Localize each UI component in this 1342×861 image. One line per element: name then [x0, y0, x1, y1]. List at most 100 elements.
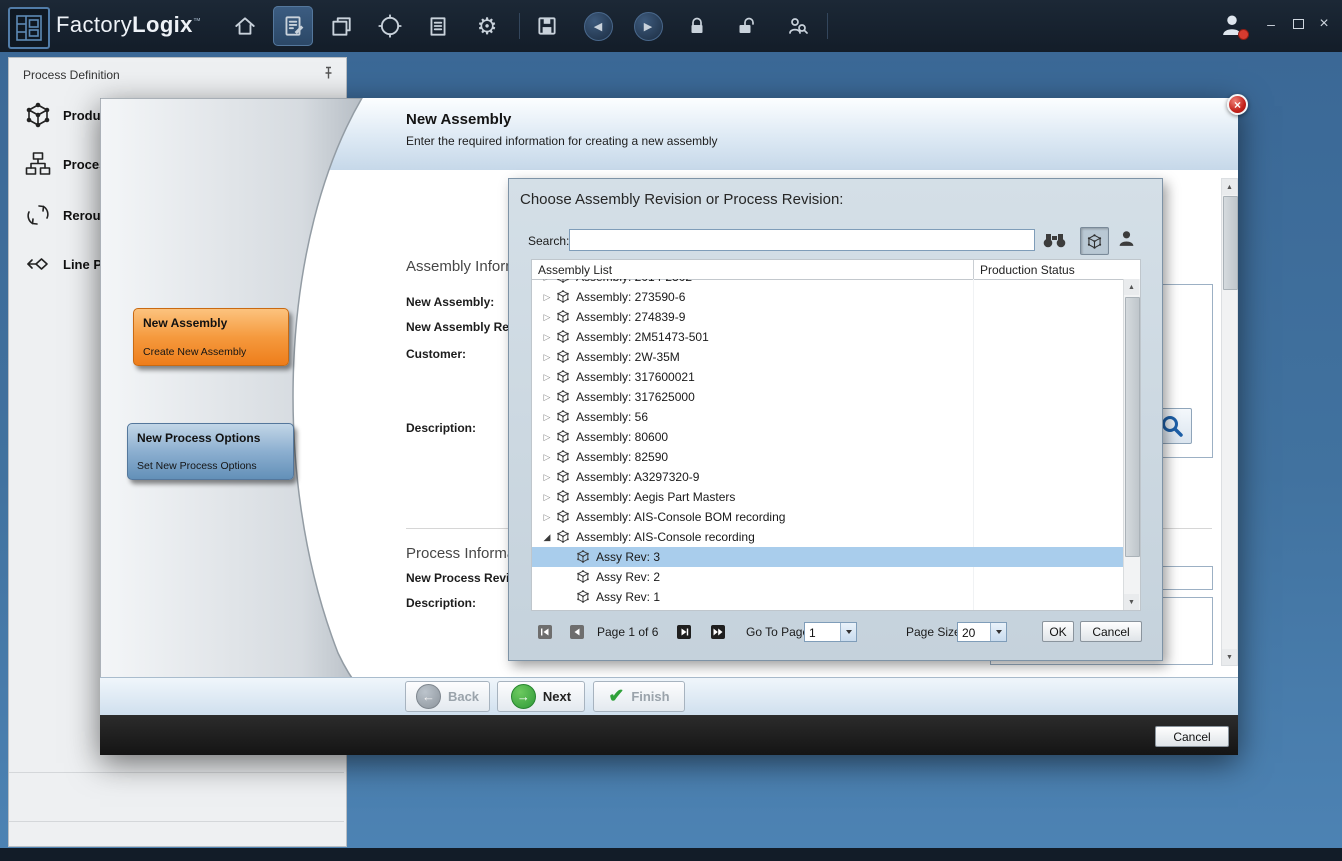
tree-row-label: Assembly: 273590-6 — [576, 290, 685, 304]
user-account-icon[interactable] — [1212, 5, 1252, 45]
page-size-select[interactable]: 20 — [957, 622, 1007, 642]
scroll-up-arrow[interactable]: ▲ — [1222, 179, 1237, 195]
tree-row[interactable]: ▷ Assembly: 2W-35M — [532, 347, 1123, 367]
minimize-button[interactable]: – — [1261, 17, 1281, 31]
assembly-cube-icon — [556, 450, 571, 464]
column-divider[interactable] — [973, 260, 974, 279]
tree-row[interactable]: ▷Assembly: 274839-9 — [532, 307, 1123, 327]
collapsed-expander-icon[interactable]: ▷ — [540, 472, 554, 483]
collapsed-expander-icon[interactable]: ▷ — [540, 292, 554, 303]
collapsed-expander-icon[interactable]: ▷ — [540, 492, 554, 503]
page-size-label: Page Size — [906, 625, 961, 639]
collapsed-expander-icon[interactable]: ▷ — [540, 352, 554, 363]
reports-icon[interactable] — [418, 6, 458, 46]
scroll-up-arrow[interactable]: ▲ — [1124, 279, 1139, 295]
back-button[interactable]: ← Back — [405, 681, 490, 712]
process-editor-icon[interactable] — [273, 6, 313, 46]
tree-row[interactable]: ▷ Assembly: A3297320-9 — [532, 467, 1123, 487]
scroll-down-arrow[interactable]: ▼ — [1222, 649, 1237, 665]
redo-icon[interactable]: ▶ — [628, 6, 668, 46]
tree-row-label: Assembly: 82590 — [576, 450, 668, 464]
save-icon[interactable] — [527, 6, 567, 46]
goto-page-label: Go To Page — [746, 625, 809, 639]
first-page-button[interactable] — [537, 624, 552, 639]
wizard-close-button[interactable]: × — [1227, 94, 1248, 115]
tree-row[interactable]: ▷Assembly: 317600021 — [532, 367, 1123, 387]
scroll-down-arrow[interactable]: ▼ — [1124, 594, 1139, 610]
scrollbar-thumb[interactable] — [1125, 297, 1140, 557]
tree-row[interactable]: ▷Assembly: Aegis Part Masters — [532, 487, 1123, 507]
tree-row-label: Assembly: A3297320-9 — [576, 470, 699, 484]
panel-title: Process Definition — [23, 68, 120, 82]
tree-row[interactable]: ▷ Assembly: 82590 — [532, 447, 1123, 467]
tree-row[interactable]: Assy Rev: 3 — [532, 547, 1123, 567]
tree-row[interactable]: ◢Assembly: AIS-Console recording — [532, 527, 1123, 547]
tree-row[interactable]: Assy Rev: 2 — [532, 567, 1123, 587]
grid-scrollbar[interactable]: ▲ ▼ — [1123, 279, 1140, 610]
tree-row[interactable]: ▷Assembly: 2014-2302 — [532, 279, 1123, 287]
tree-row[interactable]: ▷ Assembly: 56 — [532, 407, 1123, 427]
tree-row[interactable]: Assy Rev: 1 — [532, 587, 1123, 607]
user-search-icon[interactable] — [777, 6, 817, 46]
tree-row-label: Assembly: 2W-35M — [576, 350, 680, 364]
page-status: Page 1 of 6 — [597, 625, 658, 639]
unlock-icon[interactable] — [727, 6, 767, 46]
maximize-button[interactable] — [1288, 17, 1308, 31]
next-button[interactable]: → Next — [497, 681, 585, 712]
dropdown-chevron-icon[interactable] — [990, 623, 1006, 641]
next-page-button[interactable] — [676, 624, 691, 639]
assembly-cube-icon — [556, 530, 571, 544]
column-header-assembly-list[interactable]: Assembly List — [538, 263, 612, 277]
lock-icon[interactable] — [677, 6, 717, 46]
collapsed-expander-icon[interactable]: ▷ — [540, 312, 554, 323]
previous-page-button[interactable] — [569, 624, 584, 639]
tree-row-label: Assembly: 56 — [576, 410, 648, 424]
tree-row-label: Assy Rev: 1 — [596, 590, 660, 604]
ok-button[interactable]: OK — [1042, 621, 1074, 642]
column-header-production-status[interactable]: Production Status — [980, 263, 1075, 277]
panel-separator — [9, 821, 344, 822]
collapsed-expander-icon[interactable]: ▷ — [540, 392, 554, 403]
search-input[interactable] — [569, 229, 1035, 251]
tree-row-label: Assembly: 317625000 — [576, 390, 695, 404]
assembly-filter-button[interactable] — [1080, 227, 1109, 255]
tree-row[interactable]: ▷ Assembly: 2M51473-501 — [532, 327, 1123, 347]
close-button[interactable]: × — [1314, 17, 1334, 31]
collapsed-expander-icon[interactable]: ▷ — [540, 372, 554, 383]
customer-label: Customer: — [406, 347, 466, 361]
assembly-cube-icon — [556, 370, 571, 384]
dropdown-chevron-icon[interactable] — [840, 623, 856, 641]
undo-icon[interactable]: ◀ — [578, 6, 618, 46]
collapsed-expander-icon[interactable]: ▷ — [540, 432, 554, 443]
collapsed-expander-icon[interactable]: ▷ — [540, 279, 554, 283]
step-new-process-options-button[interactable]: New Process Options Set New Process Opti… — [127, 423, 294, 480]
binoculars-icon[interactable] — [1043, 232, 1066, 253]
tree-row[interactable]: ▷Assembly: 80600 — [532, 427, 1123, 447]
operator-filter-icon[interactable] — [1117, 229, 1136, 253]
reroute-arrows-icon — [23, 202, 53, 228]
collapsed-expander-icon[interactable]: ▷ — [540, 412, 554, 423]
settings-gear-icon[interactable]: ⚙ — [467, 6, 507, 46]
home-icon[interactable] — [225, 6, 265, 46]
step-new-assembly-button[interactable]: New Assembly Create New Assembly — [133, 308, 289, 366]
tree-row[interactable]: ▷ Assembly: 317625000 — [532, 387, 1123, 407]
collapsed-expander-icon[interactable]: ▷ — [540, 332, 554, 343]
wizard-scrollbar[interactable]: ▲ ▼ — [1221, 178, 1238, 666]
collapsed-expander-icon[interactable]: ▷ — [540, 512, 554, 523]
layers-icon[interactable] — [321, 6, 361, 46]
magnifier-icon — [1160, 414, 1184, 438]
tree-row[interactable]: ▷Assembly: AIS-Console BOM recording — [532, 507, 1123, 527]
expanded-expander-icon[interactable]: ◢ — [540, 532, 554, 543]
wizard-cancel-button[interactable]: Cancel — [1155, 726, 1229, 747]
pin-icon[interactable] — [322, 66, 335, 85]
scrollbar-thumb[interactable] — [1223, 196, 1238, 290]
goto-page-select[interactable]: 1 — [804, 622, 857, 642]
modal-bottom-bar: Cancel — [100, 715, 1238, 755]
finish-button[interactable]: ✔ Finish — [593, 681, 685, 712]
last-page-button[interactable] — [710, 624, 725, 639]
tree-row-label: Assembly: 2M51473-501 — [576, 330, 709, 344]
tree-row[interactable]: ▷ Assembly: 273590-6 — [532, 287, 1123, 307]
navigation-icon[interactable] — [370, 6, 410, 46]
collapsed-expander-icon[interactable]: ▷ — [540, 452, 554, 463]
popup-cancel-button[interactable]: Cancel — [1080, 621, 1142, 642]
